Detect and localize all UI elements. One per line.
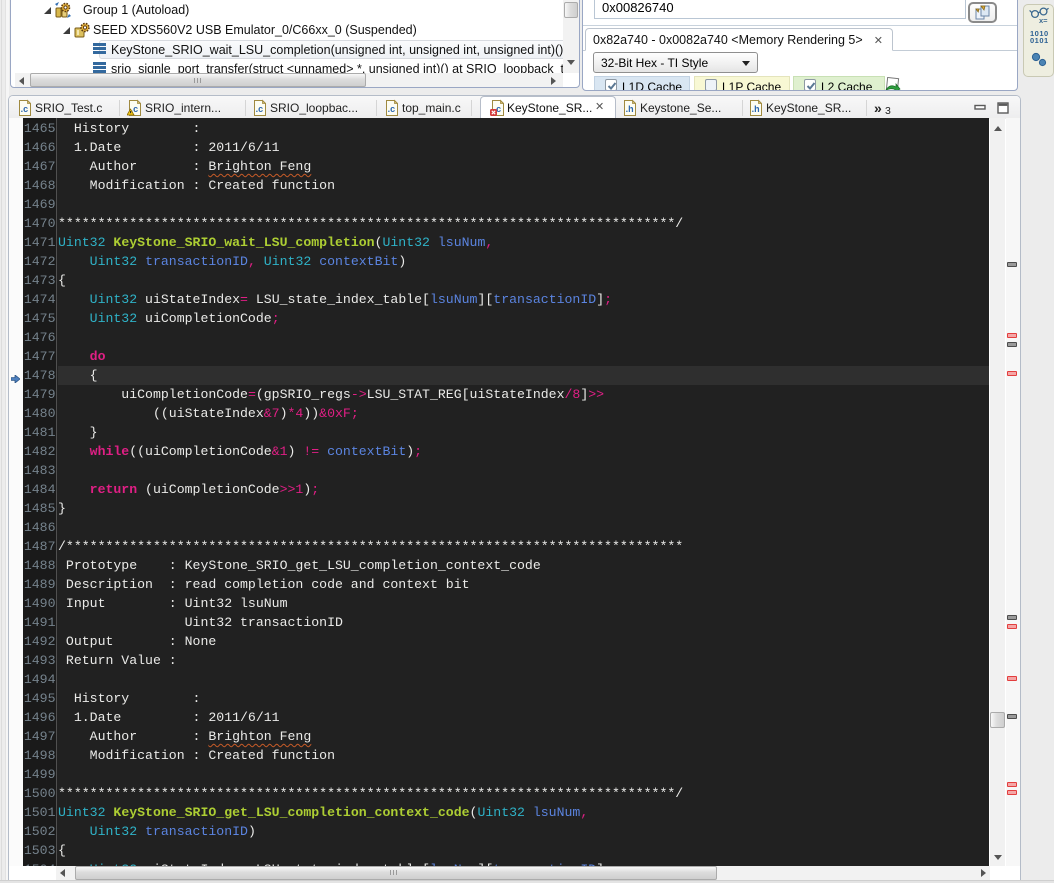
svg-text:x=: x= [1039, 16, 1048, 24]
svg-text:.h: .h [752, 104, 760, 114]
svg-text:.c: .c [388, 104, 396, 114]
svg-text:.c: .c [21, 104, 29, 114]
svg-text:.c: .c [256, 104, 264, 114]
svg-text:.h: .h [626, 104, 634, 114]
